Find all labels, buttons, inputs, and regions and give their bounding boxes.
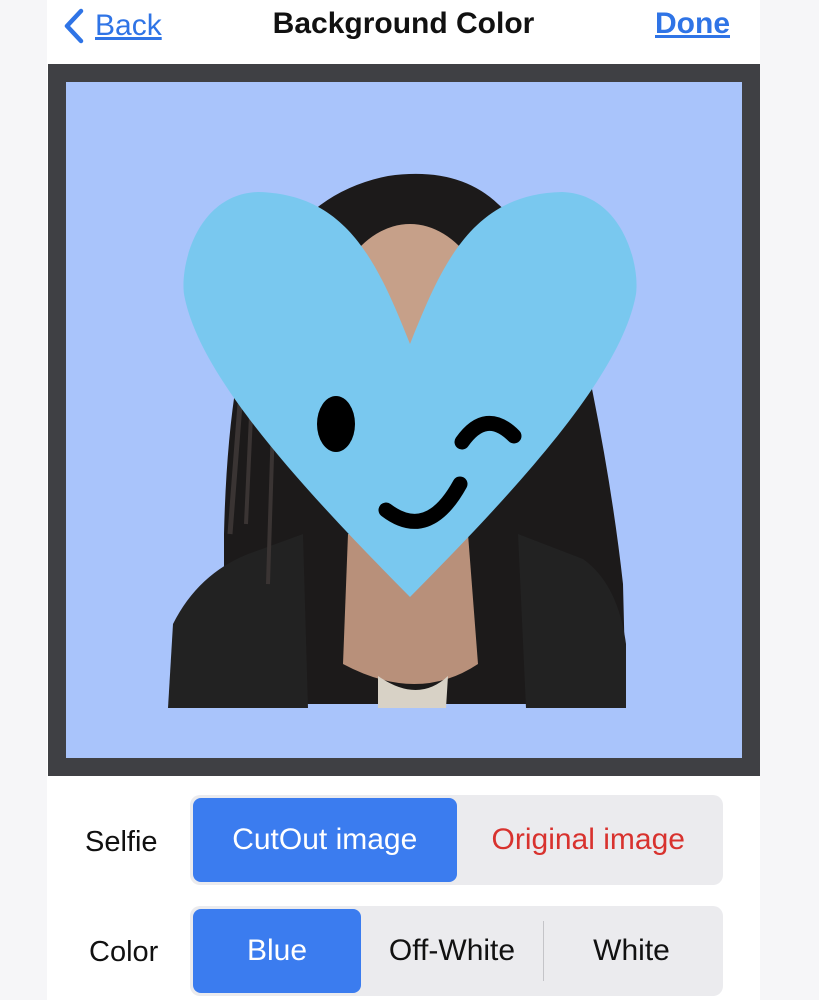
navigation-bar: Back Background Color Done <box>47 0 760 64</box>
selfie-segmented-control: CutOut image Original image <box>190 795 723 885</box>
segment-original-image[interactable]: Original image <box>457 798 721 882</box>
done-button[interactable]: Done <box>655 7 730 41</box>
page-title: Background Color <box>272 7 535 40</box>
screen: Back Background Color Done Selfie CutOut… <box>47 0 760 1000</box>
color-label: Color <box>89 936 159 968</box>
segment-off-white[interactable]: Off-White <box>361 909 543 993</box>
selfie-label: Selfie <box>85 826 158 858</box>
segment-white[interactable]: White <box>543 909 720 993</box>
segment-divider <box>543 921 544 981</box>
segment-white-label: White <box>593 934 670 967</box>
photo-preview <box>48 64 760 776</box>
color-segmented-control: Blue Off-White White <box>190 906 723 996</box>
photo-frame <box>48 64 760 776</box>
segment-cutout-image[interactable]: CutOut image <box>193 798 457 882</box>
options-panel: Selfie CutOut image Original image Color… <box>47 776 760 1000</box>
segment-blue[interactable]: Blue <box>193 909 361 993</box>
